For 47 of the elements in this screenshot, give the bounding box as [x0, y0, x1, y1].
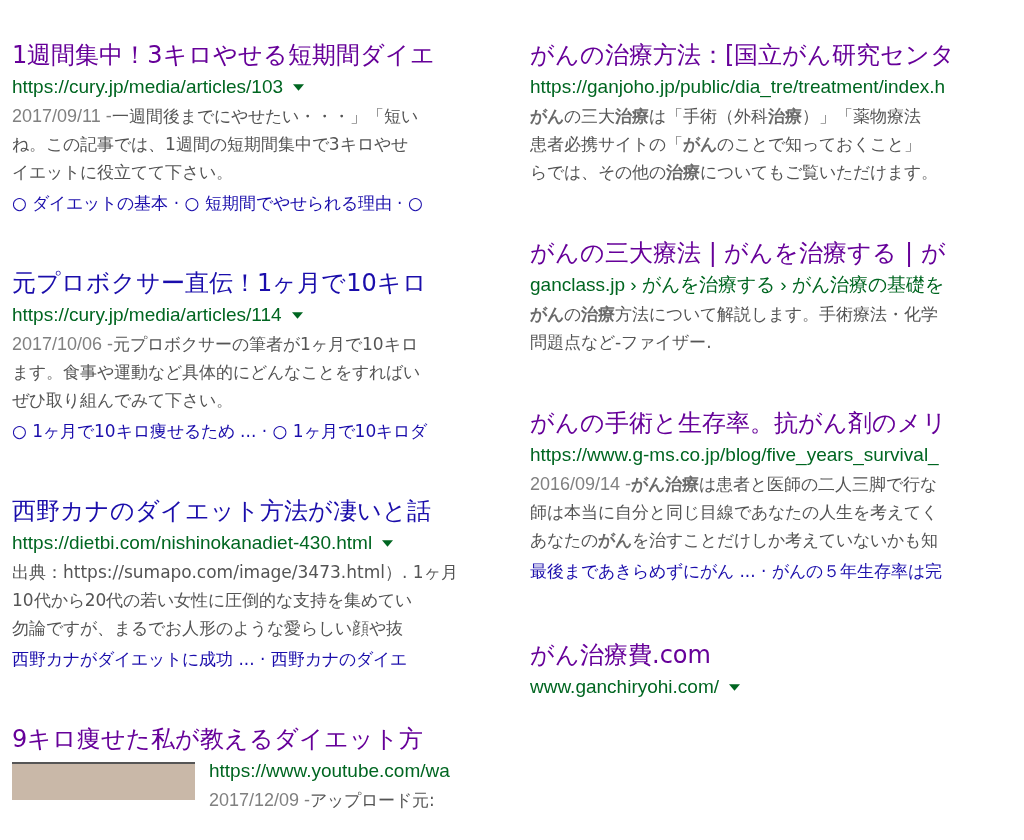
- caret-icon[interactable]: [291, 311, 303, 319]
- snippet-line: 出典：https://sumapo.com/image/3473.html）. 1ヶ月: [12, 561, 458, 584]
- sitelinks[interactable]: 最後まであきらめずにがん ... · がんの５年生存率は完: [530, 554, 942, 588]
- snippet-line: 問題点など-ファイザー.: [530, 331, 712, 354]
- snippet-line: イエットに役立てて下さい。: [12, 161, 233, 184]
- snippet-line: 勿論ですが、まるでお人形のような愛らしい顔や抜: [12, 617, 403, 640]
- snippet-line: らでは、その他の治療についてもご覧いただけます。: [530, 161, 938, 184]
- snippet-line: 患者必携サイトの「がんのことで知っておくこと」: [530, 133, 921, 156]
- result-title-link[interactable]: 西野カナのダイエット方法が凄いと話: [12, 494, 431, 528]
- sitelinks[interactable]: ○ ダイエットの基本 · ○ 短期間でやせられる理由 · ○: [12, 186, 423, 220]
- snippet-line: がん治療は患者と医師の二人三脚で行な: [631, 473, 938, 496]
- result-title-link[interactable]: がんの治療方法：[国立がん研究センタ: [530, 38, 956, 72]
- snippet-line: ぜひ取り組んでみて下さい。: [12, 389, 233, 412]
- snippet-line: アップロード元:: [310, 789, 435, 812]
- result-url: https://www.g-ms.co.jp/blog/five_years_survival_: [530, 444, 939, 466]
- snippet-line: 元プロボクサーの筆者が1ヶ月で10キロ: [113, 333, 418, 356]
- video-thumbnail-placeholder[interactable]: [12, 762, 195, 800]
- snippet-line: あなたのがんを治すことだけしか考えていないかも知: [530, 529, 938, 552]
- result-url: https://www.youtube.com/wa: [209, 760, 450, 782]
- result-url: https://ganjoho.jp/public/dia_tre/treatment/index.h: [530, 76, 946, 98]
- caret-icon[interactable]: [729, 683, 741, 691]
- result-title-link[interactable]: がんの三大療法 | がんを治療する | が: [530, 236, 946, 270]
- result-url: www.ganchiryohi.com/: [530, 676, 720, 698]
- snippet-line: がんの治療方法について解説します。手術療法・化学: [530, 303, 938, 326]
- snippet-line: 師は本当に自分と同じ目線であなたの人生を考えてく: [530, 501, 938, 524]
- snippet-line: 一週間後までにやせたい・・・」「短い: [111, 105, 418, 128]
- result-title-link[interactable]: がん治療費.com: [530, 638, 711, 672]
- caret-icon[interactable]: [293, 83, 305, 91]
- snippet-date: 2016/09/14 -: [530, 473, 632, 496]
- result-title-link[interactable]: がんの手術と生存率。抗がん剤のメリ: [530, 406, 947, 440]
- result-url: https://cury.jp/media/articles/114: [12, 304, 282, 326]
- result-url: https://cury.jp/media/articles/103: [12, 76, 284, 98]
- result-url: https://dietbi.com/nishinokanadiet-430.html: [12, 532, 373, 554]
- snippet-date: 2017/09/11 -: [12, 105, 112, 128]
- snippet-date: 2017/10/06 -: [12, 333, 114, 356]
- result-title-link[interactable]: 1週間集中！3キロやせる短期間ダイエ: [12, 38, 435, 72]
- snippet-date: 2017/12/09 -: [209, 789, 311, 812]
- sitelinks[interactable]: 西野カナがダイエットに成功 ... · 西野カナのダイエ: [12, 642, 407, 676]
- result-title-link[interactable]: 9キロ痩せた私が教えるダイエット方: [12, 722, 424, 756]
- caret-icon[interactable]: [382, 539, 394, 547]
- snippet-line: がんの三大治療は「手術（外科治療）」「薬物療法: [530, 105, 921, 128]
- snippet-line: ます。食事や運動など具体的にどんなことをすればい: [12, 361, 420, 384]
- result-url: ganclass.jp › がんを治療する › がん治療の基礎を: [530, 273, 944, 297]
- snippet-line: ね。この記事では、1週間の短期間集中で3キロやせ: [12, 133, 408, 156]
- sitelinks[interactable]: ○ 1ヶ月で10キロ痩せるため ... · ○ 1ヶ月で10キロダ: [12, 414, 428, 448]
- snippet-line: 10代から20代の若い女性に圧倒的な支持を集めてい: [12, 589, 413, 612]
- result-title-link[interactable]: 元プロボクサー直伝！1ヶ月で10キロ: [12, 266, 427, 300]
